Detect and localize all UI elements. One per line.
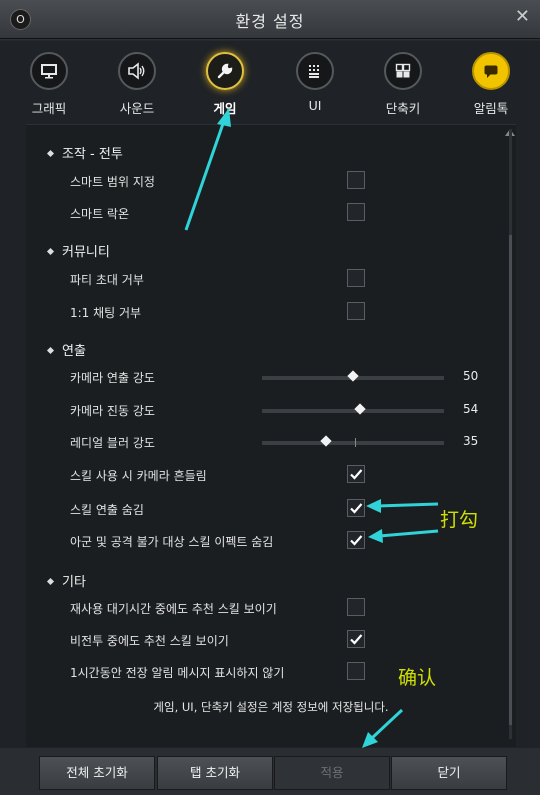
annotation-confirm-note: 确认 <box>398 667 437 689</box>
arrow-icon <box>368 529 439 543</box>
arrow-icon <box>366 499 439 513</box>
annotation-overlay <box>184 108 439 748</box>
arrow-icon <box>362 708 404 748</box>
annotation-check-note: 打勾 <box>440 509 479 531</box>
arrow-icon <box>184 108 231 231</box>
